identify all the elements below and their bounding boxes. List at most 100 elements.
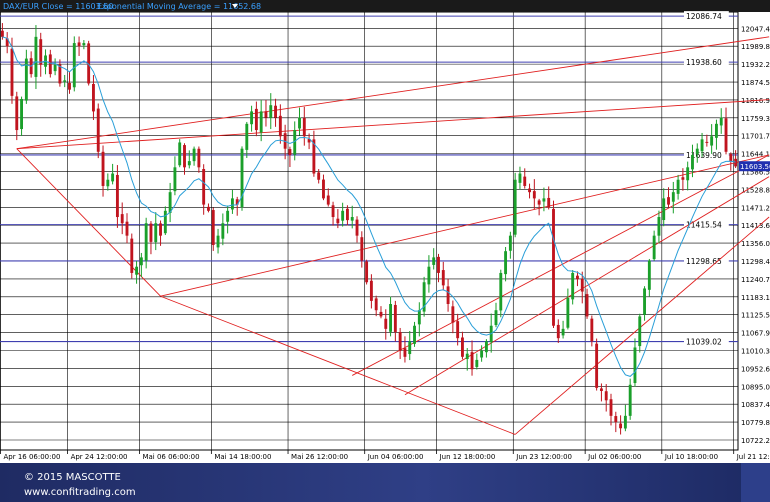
candle-body — [494, 310, 498, 326]
candle-body — [115, 174, 119, 218]
last-price-label: 11603.50 — [740, 163, 770, 171]
candle-body — [461, 337, 464, 357]
y-tick-label: 11701.74 — [741, 133, 770, 141]
candle-body — [417, 310, 421, 325]
candle-body — [302, 117, 306, 137]
candle-body — [393, 304, 397, 332]
x-tick-label: Mai 26 12:00:00 — [291, 453, 348, 461]
candle-body — [441, 270, 445, 286]
candle-body — [691, 154, 694, 170]
candle-body — [72, 43, 76, 88]
candle-body — [15, 96, 19, 131]
candle-body — [221, 223, 225, 239]
y-tick-label: 11125.55 — [741, 312, 770, 320]
x-tick-label: Jul 10 18:00:00 — [664, 453, 718, 461]
candle-body — [662, 198, 666, 221]
candle-body — [120, 214, 124, 224]
candle-body — [647, 260, 651, 290]
candle-body — [173, 167, 177, 192]
level-label: 12086.74 — [686, 12, 722, 21]
y-tick-label: 10837.46 — [741, 401, 770, 409]
candle-body — [499, 272, 503, 311]
x-tick-label: Jun 23 12:00:00 — [515, 453, 572, 461]
candle-body — [341, 210, 345, 221]
candle-body — [451, 306, 455, 323]
candle-body — [350, 217, 354, 221]
candle-body — [101, 151, 105, 186]
candle-body — [369, 280, 373, 301]
candle-body — [53, 64, 57, 72]
candle-body — [657, 217, 661, 236]
candle-body — [216, 235, 220, 248]
candle-body — [513, 179, 517, 235]
x-tick-label: Jul 02 06:00:00 — [587, 453, 641, 461]
candle-body — [96, 108, 100, 152]
candlestick-chart[interactable]: DAX/EUR Close = 11603.50Exponential Movi… — [0, 0, 770, 463]
candle-body — [226, 210, 230, 222]
candle-body — [106, 179, 110, 187]
candle-body — [734, 158, 738, 167]
candle-body — [322, 179, 325, 199]
candle-body — [82, 43, 86, 46]
candle-body — [403, 348, 407, 357]
candle-body — [68, 82, 71, 90]
x-tick-label: Apr 16 06:00:00 — [4, 453, 61, 461]
y-tick-label: 10895.08 — [741, 383, 770, 391]
candle-body — [638, 316, 642, 347]
plot-area — [0, 11, 739, 451]
candle-body — [508, 235, 512, 251]
header-ma-label: Exponential Moving Average = 11652.68 — [97, 2, 261, 11]
candle-body — [197, 148, 201, 168]
candle-body — [384, 318, 388, 329]
candle-body — [537, 200, 541, 205]
candle-body — [250, 111, 254, 125]
level-label: 11415.54 — [686, 221, 722, 230]
candle-body — [48, 54, 52, 75]
candle-body — [178, 142, 182, 166]
candle-body — [585, 294, 589, 317]
candle-body — [183, 145, 186, 168]
candle-body — [207, 206, 210, 211]
candle-body — [561, 328, 565, 336]
candle-body — [159, 223, 162, 236]
candle-body — [710, 136, 714, 146]
candle-body — [345, 208, 349, 221]
candle-body — [456, 321, 460, 339]
candle-body — [355, 219, 359, 236]
candle-body — [374, 298, 378, 311]
candle-body — [278, 115, 282, 137]
candle-body — [360, 237, 364, 261]
candle-body — [714, 123, 718, 138]
x-tick-label: Mai 06 06:00:00 — [142, 453, 199, 461]
x-tick-label: Jun 12 18:00:00 — [439, 453, 496, 461]
candle-body — [274, 105, 277, 118]
level-label: 11039.02 — [686, 338, 722, 347]
y-tick-label: 11989.83 — [741, 43, 770, 51]
candle-body — [609, 399, 613, 416]
candle-body — [686, 167, 690, 181]
candle-body — [595, 343, 599, 388]
y-tick-label: 11644.12 — [741, 151, 770, 159]
website-link[interactable]: www.confitrading.com — [24, 487, 136, 498]
candle-body — [365, 261, 369, 283]
candle-body — [269, 105, 273, 118]
y-tick-label: 11874.59 — [741, 79, 770, 87]
candle-body — [125, 221, 129, 236]
candle-body — [432, 257, 436, 265]
candle-body — [413, 325, 416, 344]
corner-badge — [741, 463, 770, 502]
candle-body — [700, 139, 704, 152]
candle-body — [599, 388, 603, 391]
candle-body — [542, 198, 546, 202]
candle-body — [39, 39, 43, 65]
candle-body — [504, 251, 508, 275]
candle-body — [154, 223, 158, 243]
candle-body — [633, 347, 637, 384]
candle-body — [619, 423, 623, 429]
candle-body — [135, 266, 139, 275]
candle-body — [245, 123, 249, 150]
candle-body — [643, 288, 646, 315]
x-tick-label: Apr 24 12:00:00 — [71, 453, 128, 461]
candle-body — [475, 359, 479, 367]
candle-body — [523, 176, 527, 186]
